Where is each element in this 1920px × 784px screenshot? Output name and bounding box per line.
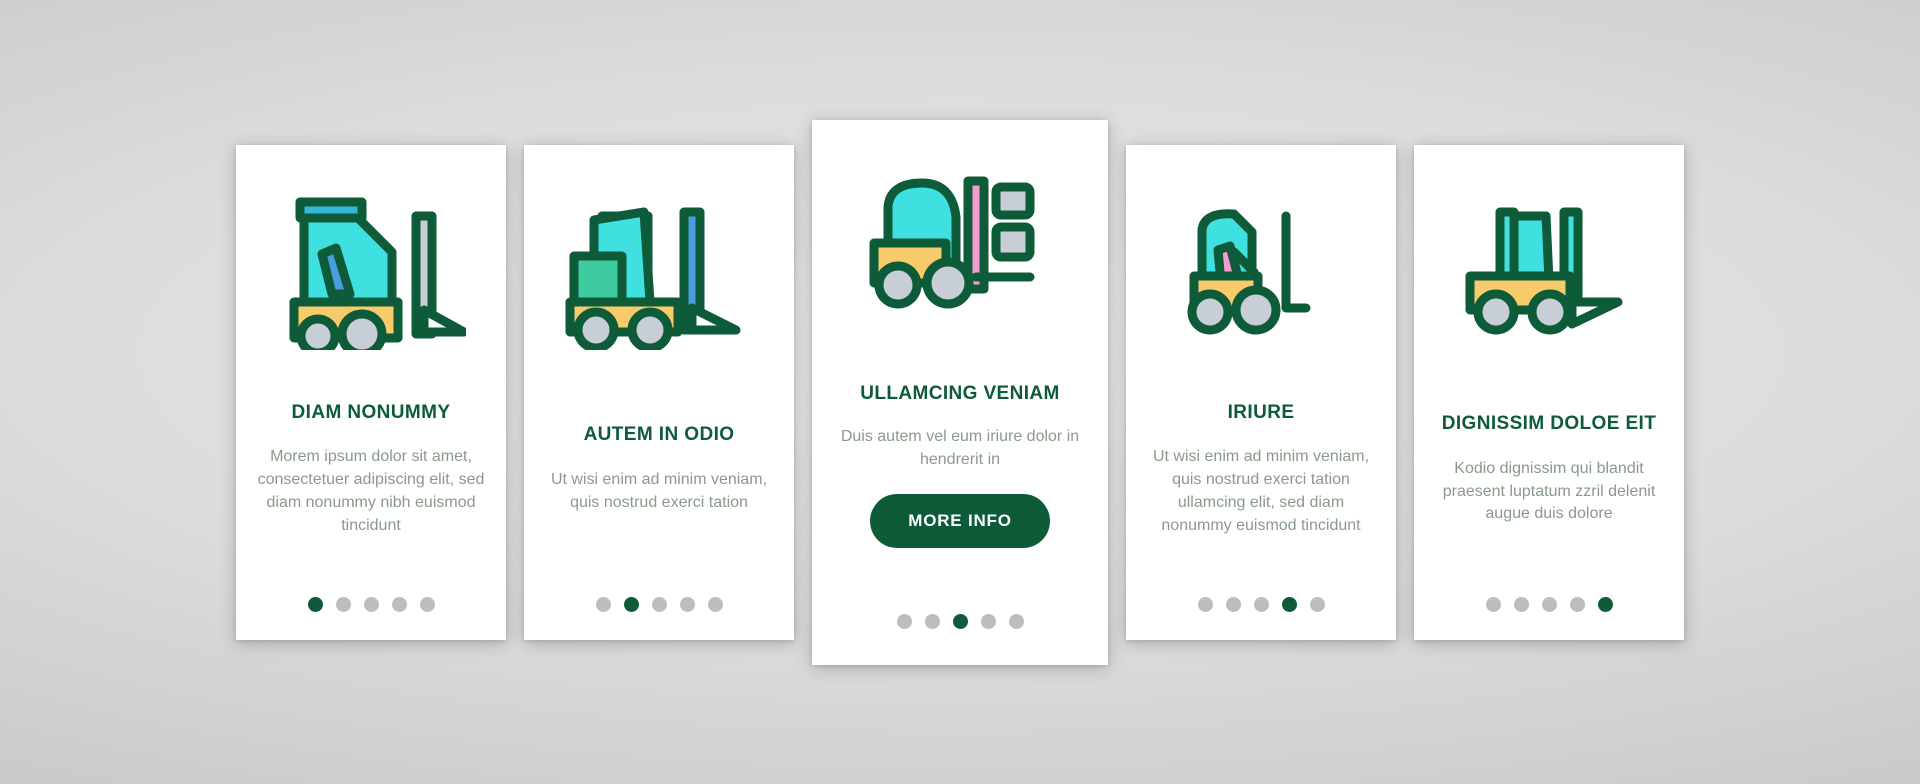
page-dot[interactable] [1008,613,1024,629]
onboarding-card-4[interactable]: IRIURE Ut wisi enim ad minim veniam, qui… [1126,144,1396,640]
card-2-page-dots[interactable] [595,575,723,612]
onboarding-card-3[interactable]: ULLAMCING VENIAM Duis autem vel eum iriu… [812,119,1108,665]
page-dot[interactable] [1485,596,1501,612]
card-2-title: AUTEM IN ODIO [583,424,735,446]
card-3-page-dots[interactable] [896,592,1024,629]
forklift-icon-1 [252,175,490,365]
onboarding-card-5[interactable]: DIGNISSIM DOLOE EIT Kodio dignissim qui … [1414,144,1684,640]
page-dot[interactable] [952,613,968,629]
page-dot[interactable] [335,596,351,612]
card-3-title: ULLAMCING VENIAM [860,383,1060,405]
onboarding-card-1[interactable]: DIAM NONUMMY Morem ipsum dolor sit amet,… [236,144,506,640]
page-dot[interactable] [1513,596,1529,612]
page-dot[interactable] [595,596,611,612]
forklift-icon-3 [828,150,1092,340]
page-dot[interactable] [924,613,940,629]
page-dot[interactable] [623,596,639,612]
page-dot[interactable] [363,596,379,612]
page-dot[interactable] [980,613,996,629]
card-4-title: IRIURE [1227,401,1295,423]
page-dot[interactable] [1541,596,1557,612]
card-1-title: DIAM NONUMMY [291,401,451,423]
card-2-body: Ut wisi enim ad minim veniam, quis nostr… [550,471,768,511]
onboarding-card-2[interactable]: AUTEM IN ODIO Ut wisi enim ad minim veni… [524,144,794,640]
page-dot[interactable] [707,596,723,612]
page-dot[interactable] [651,596,667,612]
page-dot[interactable] [1597,596,1613,612]
onboarding-screens-stage: DIAM NONUMMY Morem ipsum dolor sit amet,… [0,0,1920,784]
page-dot[interactable] [896,613,912,629]
card-1-body: Morem ipsum dolor sit amet, consectetuer… [257,448,485,534]
page-dot[interactable] [1225,596,1241,612]
card-1-page-dots[interactable] [307,575,435,612]
card-3-body: Duis autem vel eum iriure dolor in hendr… [840,428,1080,468]
page-dot[interactable] [1281,596,1297,612]
card-carousel: DIAM NONUMMY Morem ipsum dolor sit amet,… [236,119,1684,665]
page-dot[interactable] [679,596,695,612]
page-dot[interactable] [419,596,435,612]
page-dot[interactable] [1309,596,1325,612]
card-4-body: Ut wisi enim ad minim veniam, quis nostr… [1152,448,1370,534]
card-5-page-dots[interactable] [1485,575,1613,612]
card-5-body: Kodio dignissim qui blandit praesent lup… [1442,459,1656,523]
page-dot[interactable] [391,596,407,612]
forklift-icon-5 [1430,175,1668,365]
card-4-page-dots[interactable] [1197,575,1325,612]
forklift-icon-2 [540,175,778,365]
page-dot[interactable] [1197,596,1213,612]
card-5-title: DIGNISSIM DOLOE EIT [1441,413,1657,435]
page-dot[interactable] [1253,596,1269,612]
page-dot[interactable] [307,596,323,612]
page-dot[interactable] [1569,596,1585,612]
forklift-icon-4 [1142,175,1380,365]
more-info-button[interactable]: MORE INFO [870,493,1050,548]
